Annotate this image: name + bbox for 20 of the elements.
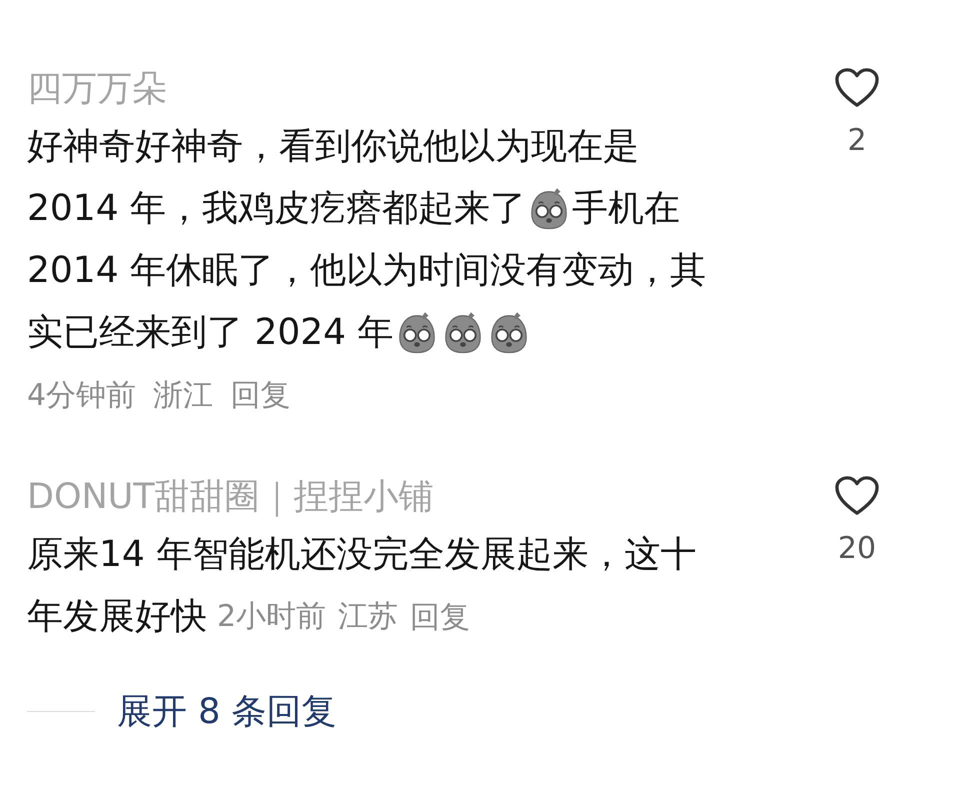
expand-replies-link[interactable]: 展开 8 条回复 — [117, 688, 337, 735]
username[interactable]: 四万万朵 — [27, 62, 827, 116]
comment-time: 2小时前 — [217, 598, 326, 636]
comment-text: 好神奇好神奇，看到你说他以为现在是 — [27, 125, 639, 169]
comment-text: 原来14 年智能机还没完全发展起来，这十 — [27, 533, 696, 577]
heart-icon[interactable] — [834, 67, 880, 109]
comment-text: 年发展好快 — [27, 595, 207, 639]
like-count: 20 — [838, 531, 876, 566]
comment-text: 手机在 — [572, 187, 680, 231]
like-count: 2 — [847, 123, 867, 158]
comment-location: 江苏 — [338, 598, 398, 636]
comment-location: 浙江 — [153, 378, 214, 413]
heart-icon[interactable] — [834, 475, 880, 517]
comment-text: 2014 年休眠了，他以为时间没有变动，其 — [27, 249, 706, 293]
comment-text: 实已经来到了 2024 年 — [27, 311, 394, 355]
reply-button[interactable]: 回复 — [410, 596, 470, 638]
comment-time: 4分钟前 — [27, 378, 136, 413]
username[interactable]: DONUT甜甜圈｜捏捏小铺 — [27, 470, 827, 524]
reply-button[interactable]: 回复 — [230, 375, 290, 416]
comment-text: 2014 年，我鸡皮疙瘩都起来了 — [27, 187, 526, 231]
